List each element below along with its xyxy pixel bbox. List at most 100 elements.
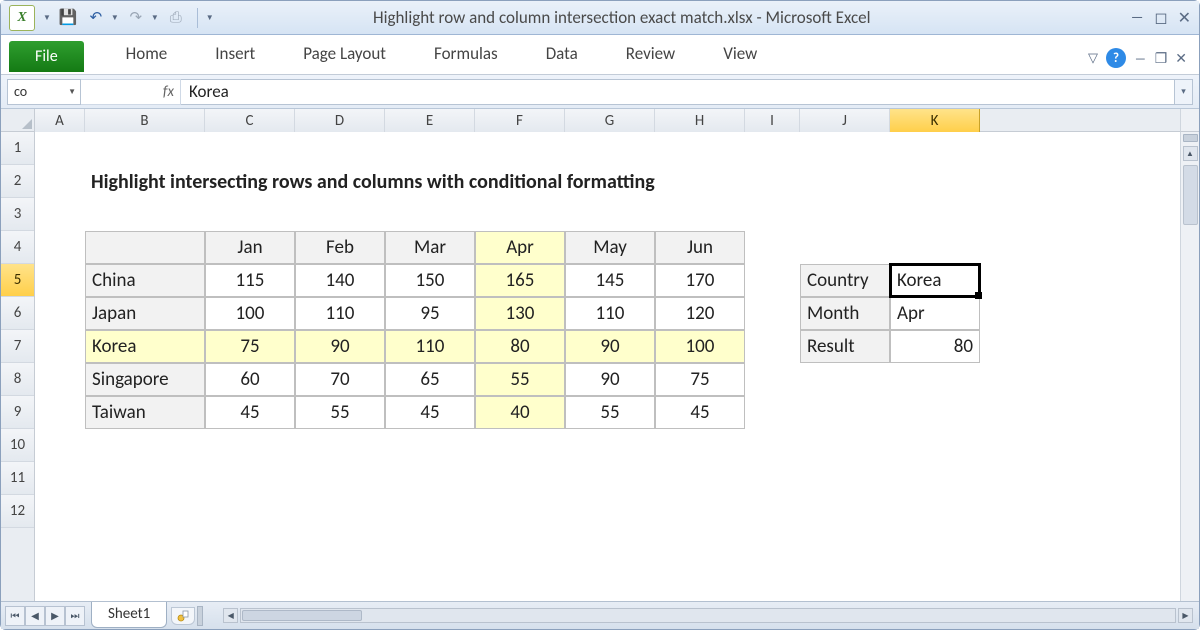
cell-F8[interactable]: 55 — [475, 363, 565, 396]
cell-K7[interactable]: 80 — [890, 330, 980, 363]
cell-title[interactable]: Highlight intersecting rows and columns … — [85, 165, 800, 198]
column-header-F[interactable]: F — [475, 109, 565, 132]
cell-C8[interactable]: 60 — [205, 363, 295, 396]
tab-view[interactable]: View — [699, 35, 781, 74]
cell-G5[interactable]: 145 — [565, 264, 655, 297]
column-header-J[interactable]: J — [800, 109, 890, 132]
sheet-tab-active[interactable]: Sheet1 — [91, 602, 167, 628]
scroll-up-icon[interactable]: ▲ — [1183, 146, 1198, 161]
vertical-scrollbar[interactable]: ▲ ▼ — [1180, 132, 1199, 620]
horizontal-scrollbar[interactable]: ◀ ▶ — [223, 608, 1193, 623]
save-icon[interactable]: 💾 — [57, 7, 79, 29]
cell-E4[interactable]: Mar — [385, 231, 475, 264]
cell-J5[interactable]: Country — [800, 264, 890, 297]
column-header-B[interactable]: B — [85, 109, 205, 132]
fx-icon[interactable]: fx — [163, 83, 174, 101]
cell-G4[interactable]: May — [565, 231, 655, 264]
cell-F9[interactable]: 40 — [475, 396, 565, 429]
cell-B4[interactable] — [85, 231, 205, 264]
workbook-restore-button[interactable]: ❐ — [1155, 50, 1168, 67]
tab-page-layout[interactable]: Page Layout — [279, 35, 410, 74]
qat-dropdown-icon[interactable]: ▼ — [43, 13, 51, 23]
select-all-corner[interactable] — [1, 109, 35, 132]
worksheet-grid[interactable]: Highlight intersecting rows and columns … — [35, 132, 1180, 620]
cell-H5[interactable]: 170 — [655, 264, 745, 297]
column-header-I[interactable]: I — [745, 109, 800, 132]
redo-dropdown-icon[interactable]: ▼ — [151, 13, 159, 23]
cell-D6[interactable]: 110 — [295, 297, 385, 330]
vertical-split-handle[interactable] — [1183, 134, 1198, 142]
workbook-close-button[interactable]: ✕ — [1175, 50, 1187, 67]
cell-H8[interactable]: 75 — [655, 363, 745, 396]
row-header-1[interactable]: 1 — [1, 132, 34, 165]
cell-C9[interactable]: 45 — [205, 396, 295, 429]
sheet-nav-prev-icon[interactable]: ◀ — [25, 606, 45, 626]
column-header-A[interactable]: A — [35, 109, 85, 132]
row-header-8[interactable]: 8 — [1, 363, 34, 396]
cell-H6[interactable]: 120 — [655, 297, 745, 330]
cell-B9[interactable]: Taiwan — [85, 396, 205, 429]
formula-bar-expand-icon[interactable]: ▾ — [1175, 79, 1193, 105]
name-box-dropdown-icon[interactable]: ▼ — [68, 87, 76, 97]
tab-insert[interactable]: Insert — [191, 35, 279, 74]
cell-B8[interactable]: Singapore — [85, 363, 205, 396]
undo-dropdown-icon[interactable]: ▼ — [111, 13, 119, 23]
sheet-nav-first-icon[interactable]: ⏮ — [5, 606, 25, 626]
column-header-K[interactable]: K — [890, 109, 980, 132]
cell-B7[interactable]: Korea — [85, 330, 205, 363]
cell-H9[interactable]: 45 — [655, 396, 745, 429]
tab-home[interactable]: Home — [102, 35, 192, 74]
workbook-minimize-button[interactable]: ― — [1134, 50, 1147, 67]
sheet-nav-last-icon[interactable]: ⏭ — [65, 606, 85, 626]
close-button[interactable]: ✕ — [1178, 8, 1191, 28]
formula-bar[interactable]: Korea — [181, 79, 1175, 105]
cell-K6[interactable]: Apr — [890, 297, 980, 330]
vertical-scroll-thumb[interactable] — [1183, 165, 1198, 225]
cell-C6[interactable]: 100 — [205, 297, 295, 330]
horizontal-scroll-thumb[interactable] — [242, 610, 362, 621]
row-header-5[interactable]: 5 — [1, 264, 34, 297]
ribbon-minimize-icon[interactable]: ▽ — [1088, 51, 1098, 66]
cell-E6[interactable]: 95 — [385, 297, 475, 330]
scroll-right-icon[interactable]: ▶ — [1178, 608, 1193, 623]
cell-H7[interactable]: 100 — [655, 330, 745, 363]
cell-H4[interactable]: Jun — [655, 231, 745, 264]
cell-K5[interactable]: Korea — [890, 264, 980, 297]
column-header-D[interactable]: D — [295, 109, 385, 132]
cell-J7[interactable]: Result — [800, 330, 890, 363]
cell-G6[interactable]: 110 — [565, 297, 655, 330]
cell-F7[interactable]: 80 — [475, 330, 565, 363]
cell-F6[interactable]: 130 — [475, 297, 565, 330]
cell-D5[interactable]: 140 — [295, 264, 385, 297]
help-icon[interactable]: ? — [1106, 48, 1126, 68]
cell-B6[interactable]: Japan — [85, 297, 205, 330]
row-header-12[interactable]: 12 — [1, 495, 34, 528]
scroll-left-icon[interactable]: ◀ — [223, 608, 238, 623]
cell-D9[interactable]: 55 — [295, 396, 385, 429]
column-header-C[interactable]: C — [205, 109, 295, 132]
cell-B5[interactable]: China — [85, 264, 205, 297]
undo-icon[interactable]: ↶ — [85, 7, 107, 29]
row-header-2[interactable]: 2 — [1, 165, 34, 198]
qat-customize-icon[interactable]: ▼ — [206, 13, 214, 23]
cell-E7[interactable]: 110 — [385, 330, 475, 363]
print-icon[interactable]: ⎙ — [165, 7, 187, 29]
tab-data[interactable]: Data — [522, 35, 602, 74]
row-header-6[interactable]: 6 — [1, 297, 34, 330]
row-header-11[interactable]: 11 — [1, 462, 34, 495]
row-header-9[interactable]: 9 — [1, 396, 34, 429]
cell-G9[interactable]: 55 — [565, 396, 655, 429]
minimize-button[interactable]: ― — [1130, 8, 1144, 27]
cell-C4[interactable]: Jan — [205, 231, 295, 264]
cell-E5[interactable]: 150 — [385, 264, 475, 297]
column-header-G[interactable]: G — [565, 109, 655, 132]
redo-icon[interactable]: ↷ — [125, 7, 147, 29]
sheet-nav-next-icon[interactable]: ▶ — [45, 606, 65, 626]
new-sheet-button[interactable] — [171, 607, 195, 625]
column-header-E[interactable]: E — [385, 109, 475, 132]
cell-D7[interactable]: 90 — [295, 330, 385, 363]
tab-split-handle[interactable] — [197, 606, 203, 626]
tab-review[interactable]: Review — [602, 35, 699, 74]
cell-J6[interactable]: Month — [800, 297, 890, 330]
cell-D8[interactable]: 70 — [295, 363, 385, 396]
